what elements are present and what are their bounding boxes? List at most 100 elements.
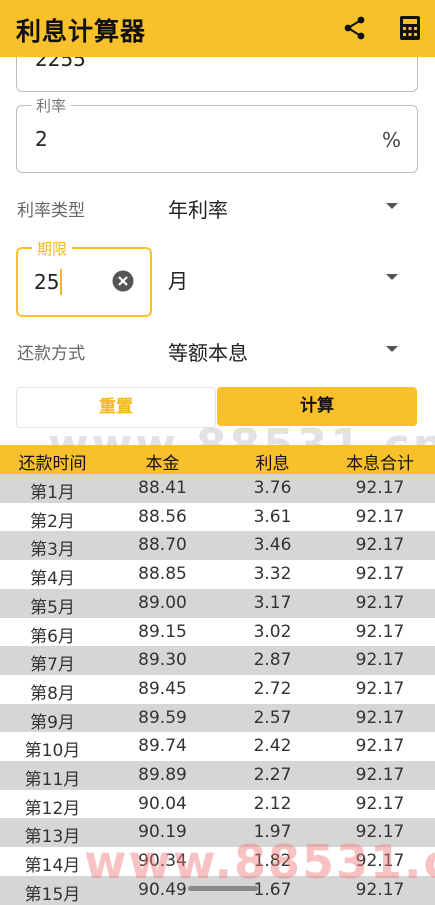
row-time: 第6月 (30, 626, 75, 647)
clear-icon[interactable] (112, 270, 134, 292)
table-row: 第10月 89.74 2.42 92.17 (0, 732, 435, 762)
table-row: 第7月 89.30 2.87 92.17 (0, 646, 435, 676)
row-total: 92.17 (355, 678, 405, 699)
app-bar: 利息计算器 (0, 0, 435, 57)
percent-unit: % (381, 128, 401, 152)
row-time: 第2月 (30, 511, 75, 532)
rate-field[interactable]: 利率 2 % (16, 95, 418, 173)
table-row: 第5月 89.00 3.17 92.17 (0, 588, 435, 618)
row-total: 92.17 (355, 879, 405, 900)
rate-field-legend: 利率 (31, 95, 72, 116)
row-interest: 3.61 (253, 506, 292, 527)
row-total: 92.17 (355, 822, 405, 843)
row-total: 92.17 (355, 793, 405, 814)
row-interest: 1.97 (253, 822, 292, 843)
table-row: 第13月 90.19 1.97 92.17 (0, 818, 435, 848)
term-unit-dropdown-icon[interactable] (386, 274, 398, 280)
row-total: 92.17 (355, 592, 405, 613)
term-field-legend: 期限 (32, 238, 73, 259)
row-total: 92.17 (355, 564, 405, 585)
header-time: 还款时间 (18, 454, 87, 474)
row-time: 第5月 (30, 597, 75, 618)
row-time: 第13月 (24, 827, 81, 848)
row-principal: 88.56 (138, 506, 187, 527)
row-principal: 89.89 (138, 765, 187, 785)
calculator-icon[interactable] (396, 14, 424, 42)
table-row: 第1月 88.41 3.76 92.17 (0, 474, 435, 503)
row-interest: 2.12 (253, 793, 292, 814)
row-total: 92.17 (355, 478, 405, 498)
row-time: 第4月 (30, 569, 75, 590)
table-row: 第9月 89.59 2.57 92.17 (0, 703, 435, 733)
row-interest: 3.17 (253, 592, 292, 613)
row-time: 第11月 (24, 770, 81, 790)
row-interest: 3.32 (253, 564, 292, 585)
row-principal: 88.85 (138, 564, 187, 585)
row-time: 第7月 (30, 655, 75, 676)
table-row: 第4月 88.85 3.32 92.17 (0, 560, 435, 590)
row-total: 92.17 (355, 765, 405, 785)
calculate-button[interactable]: 计算 (217, 387, 417, 426)
row-time: 第15月 (24, 884, 81, 905)
row-principal: 88.41 (138, 478, 187, 498)
row-interest: 2.72 (253, 678, 292, 699)
row-time: 第1月 (30, 483, 75, 503)
row-time: 第14月 (24, 856, 81, 877)
rate-type-dropdown-icon[interactable] (386, 203, 398, 209)
row-interest: 3.02 (253, 621, 292, 642)
row-interest: 2.27 (253, 765, 292, 785)
table-row: 第14月 90.34 1.82 92.17 (0, 847, 435, 877)
table-row: 第3月 88.70 3.46 92.17 (0, 531, 435, 561)
table-header: 还款时间 本金 利息 本息合计 (0, 445, 435, 474)
row-interest: 1.82 (253, 851, 292, 872)
row-time: 第10月 (24, 741, 81, 762)
row-interest: 2.42 (253, 736, 292, 757)
row-principal: 88.70 (138, 535, 187, 556)
term-field[interactable]: 期限 25 (16, 238, 152, 317)
share-icon[interactable] (341, 14, 369, 42)
rate-type-select[interactable]: 年利率 (168, 194, 228, 223)
row-time: 第9月 (30, 712, 75, 733)
text-cursor (60, 269, 62, 295)
table-row: 第12月 90.04 2.12 92.17 (0, 789, 435, 819)
rate-type-label: 利率类型 (17, 201, 85, 221)
row-principal: 90.19 (138, 822, 187, 843)
term-value: 25 (34, 270, 60, 294)
row-time: 第8月 (30, 683, 75, 704)
row-total: 92.17 (355, 506, 405, 527)
table-row: 第6月 89.15 3.02 92.17 (0, 617, 435, 647)
row-total: 92.17 (355, 851, 405, 872)
row-principal: 89.30 (138, 650, 187, 671)
row-principal: 89.59 (138, 707, 187, 728)
app-title: 利息计算器 (16, 17, 147, 46)
table-row: 第2月 88.56 3.61 92.17 (0, 502, 435, 532)
row-time: 第3月 (30, 540, 75, 561)
row-interest: 3.76 (253, 478, 292, 498)
row-principal: 89.15 (138, 621, 187, 642)
row-total: 92.17 (355, 535, 405, 556)
row-principal: 90.34 (138, 851, 187, 872)
table-row: 第11月 89.89 2.27 92.17 (0, 761, 435, 790)
row-time: 第12月 (24, 798, 81, 819)
rate-value: 2 (35, 127, 48, 151)
row-interest: 2.87 (253, 650, 292, 671)
row-interest: 2.57 (253, 707, 292, 728)
row-interest: 3.46 (253, 535, 292, 556)
table-row: 第8月 89.45 2.72 92.17 (0, 674, 435, 704)
term-unit-select[interactable]: 月 (168, 265, 188, 294)
row-total: 92.17 (355, 707, 405, 728)
header-interest: 利息 (255, 454, 290, 474)
header-principal: 本金 (145, 454, 180, 474)
repay-method-select[interactable]: 等额本息 (168, 337, 248, 366)
row-principal: 89.45 (138, 678, 187, 699)
nav-handle (188, 886, 258, 891)
row-principal: 90.04 (138, 793, 187, 814)
row-total: 92.17 (355, 621, 405, 642)
row-total: 92.17 (355, 650, 405, 671)
reset-button[interactable]: 重置 (16, 387, 216, 428)
row-principal: 89.74 (138, 736, 187, 757)
repay-method-label: 还款方式 (17, 344, 85, 364)
repay-method-dropdown-icon[interactable] (386, 346, 398, 352)
row-total: 92.17 (355, 736, 405, 757)
row-principal: 89.00 (138, 592, 187, 613)
